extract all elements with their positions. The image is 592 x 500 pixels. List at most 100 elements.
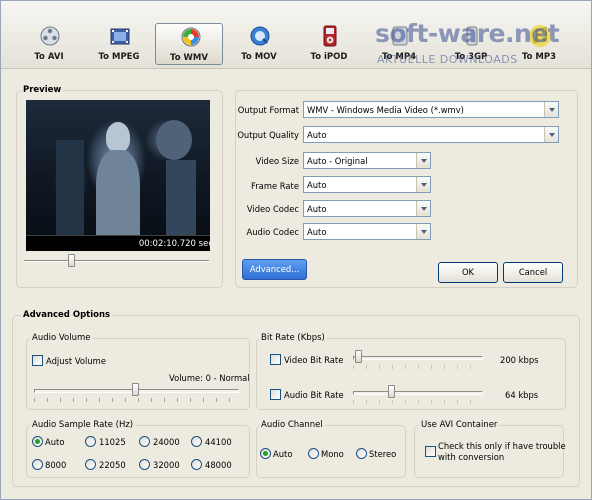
video-bitrate-slider[interactable] — [353, 356, 483, 360]
sample-rate-48000-radio[interactable] — [191, 459, 202, 470]
sample-rate-option: 22050 — [99, 460, 126, 470]
audio-bitrate-value: 64 kbps — [505, 390, 539, 400]
audio-channel-title: Audio Channel — [259, 420, 325, 430]
avi-container-label-line2: with conversion — [438, 452, 505, 462]
sample-rate-group — [26, 425, 250, 478]
chevron-down-icon[interactable] — [416, 224, 430, 239]
preview-frame — [26, 100, 210, 235]
to-ipod-label: To iPOD — [310, 52, 348, 62]
windows-media-icon — [181, 27, 201, 47]
avi-container-label-line1: Check this only if have trouble — [438, 441, 566, 451]
sample-rate-22050-radio[interactable] — [85, 459, 96, 470]
sample-rate-32000-radio[interactable] — [139, 459, 150, 470]
volume-slider-ticks — [34, 398, 239, 402]
video-bitrate-label: Video Bit Rate — [284, 355, 344, 365]
audio-codec-label: Audio Codec — [246, 227, 299, 237]
sample-rate-option: 48000 — [205, 460, 232, 470]
chevron-down-icon[interactable] — [544, 127, 558, 142]
sample-rate-44100-radio[interactable] — [191, 436, 202, 447]
audio-bitrate-label: Audio Bit Rate — [284, 390, 344, 400]
output-format-select[interactable]: WMV - Windows Media Video (*.wmv) — [303, 101, 559, 118]
to-avi-button[interactable]: To AVI — [15, 23, 83, 65]
video-bitrate-thumb[interactable] — [355, 350, 362, 363]
video-size-label: Video Size — [255, 156, 299, 166]
avi-container-checkbox[interactable] — [425, 446, 436, 457]
video-bitrate-ticks — [353, 365, 483, 369]
channel-option: Stereo — [369, 449, 397, 459]
sample-rate-auto-radio[interactable] — [32, 436, 43, 447]
channel-stereo-radio[interactable] — [356, 448, 367, 459]
sample-rate-option: 8000 — [45, 460, 67, 470]
preview-timebar: 00:02:10.720 sec — [26, 235, 210, 251]
channel-option: Mono — [321, 449, 344, 459]
to-mov-label: To MOV — [241, 52, 277, 62]
channel-auto-radio[interactable] — [260, 448, 271, 459]
video-bitrate-value: 200 kbps — [500, 355, 539, 365]
audio-volume-title: Audio Volume — [30, 333, 93, 343]
seek-thumb[interactable] — [68, 254, 75, 267]
advanced-button[interactable]: Advanced... — [242, 259, 307, 280]
cancel-button[interactable]: Cancel — [503, 262, 563, 283]
sample-rate-8000-radio[interactable] — [32, 459, 43, 470]
watermark-subtitle: AKTUELLE DOWNLOADS — [377, 53, 518, 66]
to-mpeg-label: To MPEG — [98, 52, 140, 62]
film-reel-icon — [40, 26, 60, 46]
audio-bitrate-checkbox[interactable] — [270, 389, 281, 400]
channel-option: Auto — [273, 449, 293, 459]
to-avi-label: To AVI — [34, 52, 64, 62]
video-size-value: Auto - Original — [307, 156, 368, 166]
audio-bitrate-slider[interactable] — [353, 391, 483, 395]
output-quality-value: Auto — [307, 130, 327, 140]
sample-rate-title: Audio Sample Rate (Hz) — [30, 420, 136, 430]
to-wmv-label: To WMV — [170, 53, 208, 63]
preview-seek-slider[interactable] — [24, 254, 209, 268]
sample-rate-option: 24000 — [153, 437, 180, 447]
channel-mono-radio[interactable] — [308, 448, 319, 459]
watermark-title: soft-ware.net — [375, 19, 560, 48]
converter-window: To AVI To MPEG To WMV To MOV To iPOD To … — [0, 0, 592, 500]
sample-rate-option: Auto — [45, 437, 65, 447]
film-strip-icon — [110, 28, 130, 45]
sample-rate-11025-radio[interactable] — [85, 436, 96, 447]
to-wmv-button[interactable]: To WMV — [155, 23, 223, 65]
to-mov-button[interactable]: To MOV — [225, 23, 293, 65]
ipod-icon — [323, 25, 337, 47]
frame-rate-label: Frame Rate — [251, 181, 299, 191]
audio-codec-select[interactable]: Auto — [303, 223, 431, 240]
audio-bitrate-ticks — [353, 400, 483, 404]
audio-bitrate-thumb[interactable] — [388, 385, 395, 398]
sample-rate-option: 44100 — [205, 437, 232, 447]
preview-title: Preview — [21, 85, 64, 95]
chevron-down-icon[interactable] — [544, 102, 558, 117]
volume-slider-thumb[interactable] — [132, 383, 139, 396]
chevron-down-icon[interactable] — [416, 153, 430, 168]
preview-time: 00:02:10.720 sec — [138, 239, 210, 249]
quicktime-icon — [250, 26, 270, 46]
to-mpeg-button[interactable]: To MPEG — [85, 23, 153, 65]
frame-rate-select[interactable]: Auto — [303, 176, 431, 193]
bitrate-title: Bit Rate (Kbps) — [259, 333, 327, 343]
sample-rate-option: 11025 — [99, 437, 126, 447]
video-size-select[interactable]: Auto - Original — [303, 152, 431, 169]
sample-rate-option: 32000 — [153, 460, 180, 470]
video-bitrate-checkbox[interactable] — [270, 354, 281, 365]
output-quality-select[interactable]: Auto — [303, 126, 559, 143]
output-format-label: Output Format — [237, 105, 299, 115]
output-quality-label: Output Quality — [237, 130, 299, 140]
ok-button[interactable]: OK — [438, 262, 498, 283]
adjust-volume-checkbox[interactable] — [32, 355, 43, 366]
output-format-value: WMV - Windows Media Video (*.wmv) — [307, 105, 464, 115]
chevron-down-icon[interactable] — [416, 177, 430, 192]
frame-rate-value: Auto — [307, 180, 327, 190]
volume-status: Volume: 0 - Normal — [169, 373, 250, 383]
sample-rate-24000-radio[interactable] — [139, 436, 150, 447]
video-codec-label: Video Codec — [246, 204, 299, 214]
audio-codec-value: Auto — [307, 227, 327, 237]
chevron-down-icon[interactable] — [416, 201, 430, 216]
adjust-volume-label: Adjust Volume — [46, 356, 106, 366]
advanced-options-title: Advanced Options — [21, 310, 113, 320]
avi-container-title: Use AVI Container — [419, 420, 500, 430]
to-ipod-button[interactable]: To iPOD — [295, 23, 363, 65]
video-codec-select[interactable]: Auto — [303, 200, 431, 217]
video-codec-value: Auto — [307, 204, 327, 214]
